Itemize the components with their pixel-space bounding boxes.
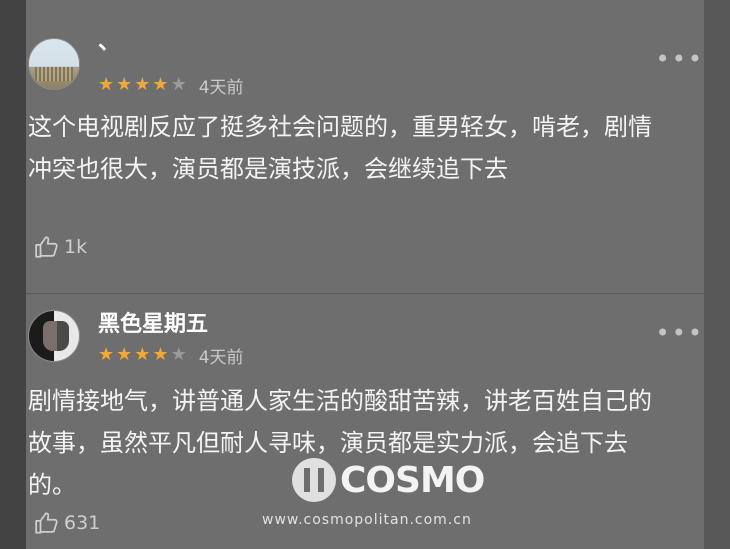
like-button[interactable]: 631: [34, 510, 100, 536]
star-icon: ★: [152, 344, 169, 365]
star-icon: ★: [134, 344, 151, 365]
star-icon: ★: [98, 344, 115, 365]
username[interactable]: 黑色星期五: [98, 306, 208, 338]
star-icon: ★: [116, 344, 133, 365]
avatar[interactable]: [28, 38, 80, 90]
rating-row: ★ ★ ★ ★ ★ 4天前: [98, 344, 244, 368]
like-count: 1k: [64, 236, 88, 258]
rating-row: ★ ★ ★ ★ ★ 4天前: [98, 74, 244, 98]
thumbs-up-icon: [35, 512, 58, 534]
star-icon: ★: [152, 74, 169, 95]
right-edge: [704, 0, 730, 549]
like-button[interactable]: 1k: [34, 234, 87, 260]
timestamp: 4天前: [198, 77, 244, 98]
like-count: 631: [64, 512, 101, 534]
cosmo-logo-icon: [292, 458, 336, 502]
left-edge: [0, 0, 26, 549]
more-dots-icon[interactable]: •••: [656, 47, 704, 71]
star-icon: ★: [134, 74, 151, 95]
avatar-image: [57, 321, 69, 351]
star-icon: ★: [116, 74, 133, 95]
avatar-image: [43, 321, 57, 351]
screen: 、 ★ ★ ★ ★ ★ 4天前 ••• 这个电视剧反应了挺多社会问题的，重男轻女…: [0, 0, 730, 549]
avatar-image: [35, 67, 73, 81]
star-icon: ★: [170, 344, 187, 365]
more-dots-icon[interactable]: •••: [656, 321, 704, 345]
star-icon: ★: [98, 74, 115, 95]
timestamp: 4天前: [198, 347, 244, 368]
watermark-logo-text: COSMO: [340, 459, 485, 501]
avatar[interactable]: [28, 310, 80, 362]
username[interactable]: 、: [98, 24, 120, 56]
comment-text: 这个电视剧反应了挺多社会问题的，重男轻女，啃老，剧情冲突也很大，演员都是演技派，…: [28, 113, 652, 183]
thumbs-up-icon: [35, 236, 58, 258]
star-icon: ★: [170, 74, 187, 95]
watermark-logo: COSMO: [292, 458, 485, 502]
watermark-url: www.cosmopolitan.com.cn: [262, 512, 472, 528]
divider: [26, 293, 704, 294]
